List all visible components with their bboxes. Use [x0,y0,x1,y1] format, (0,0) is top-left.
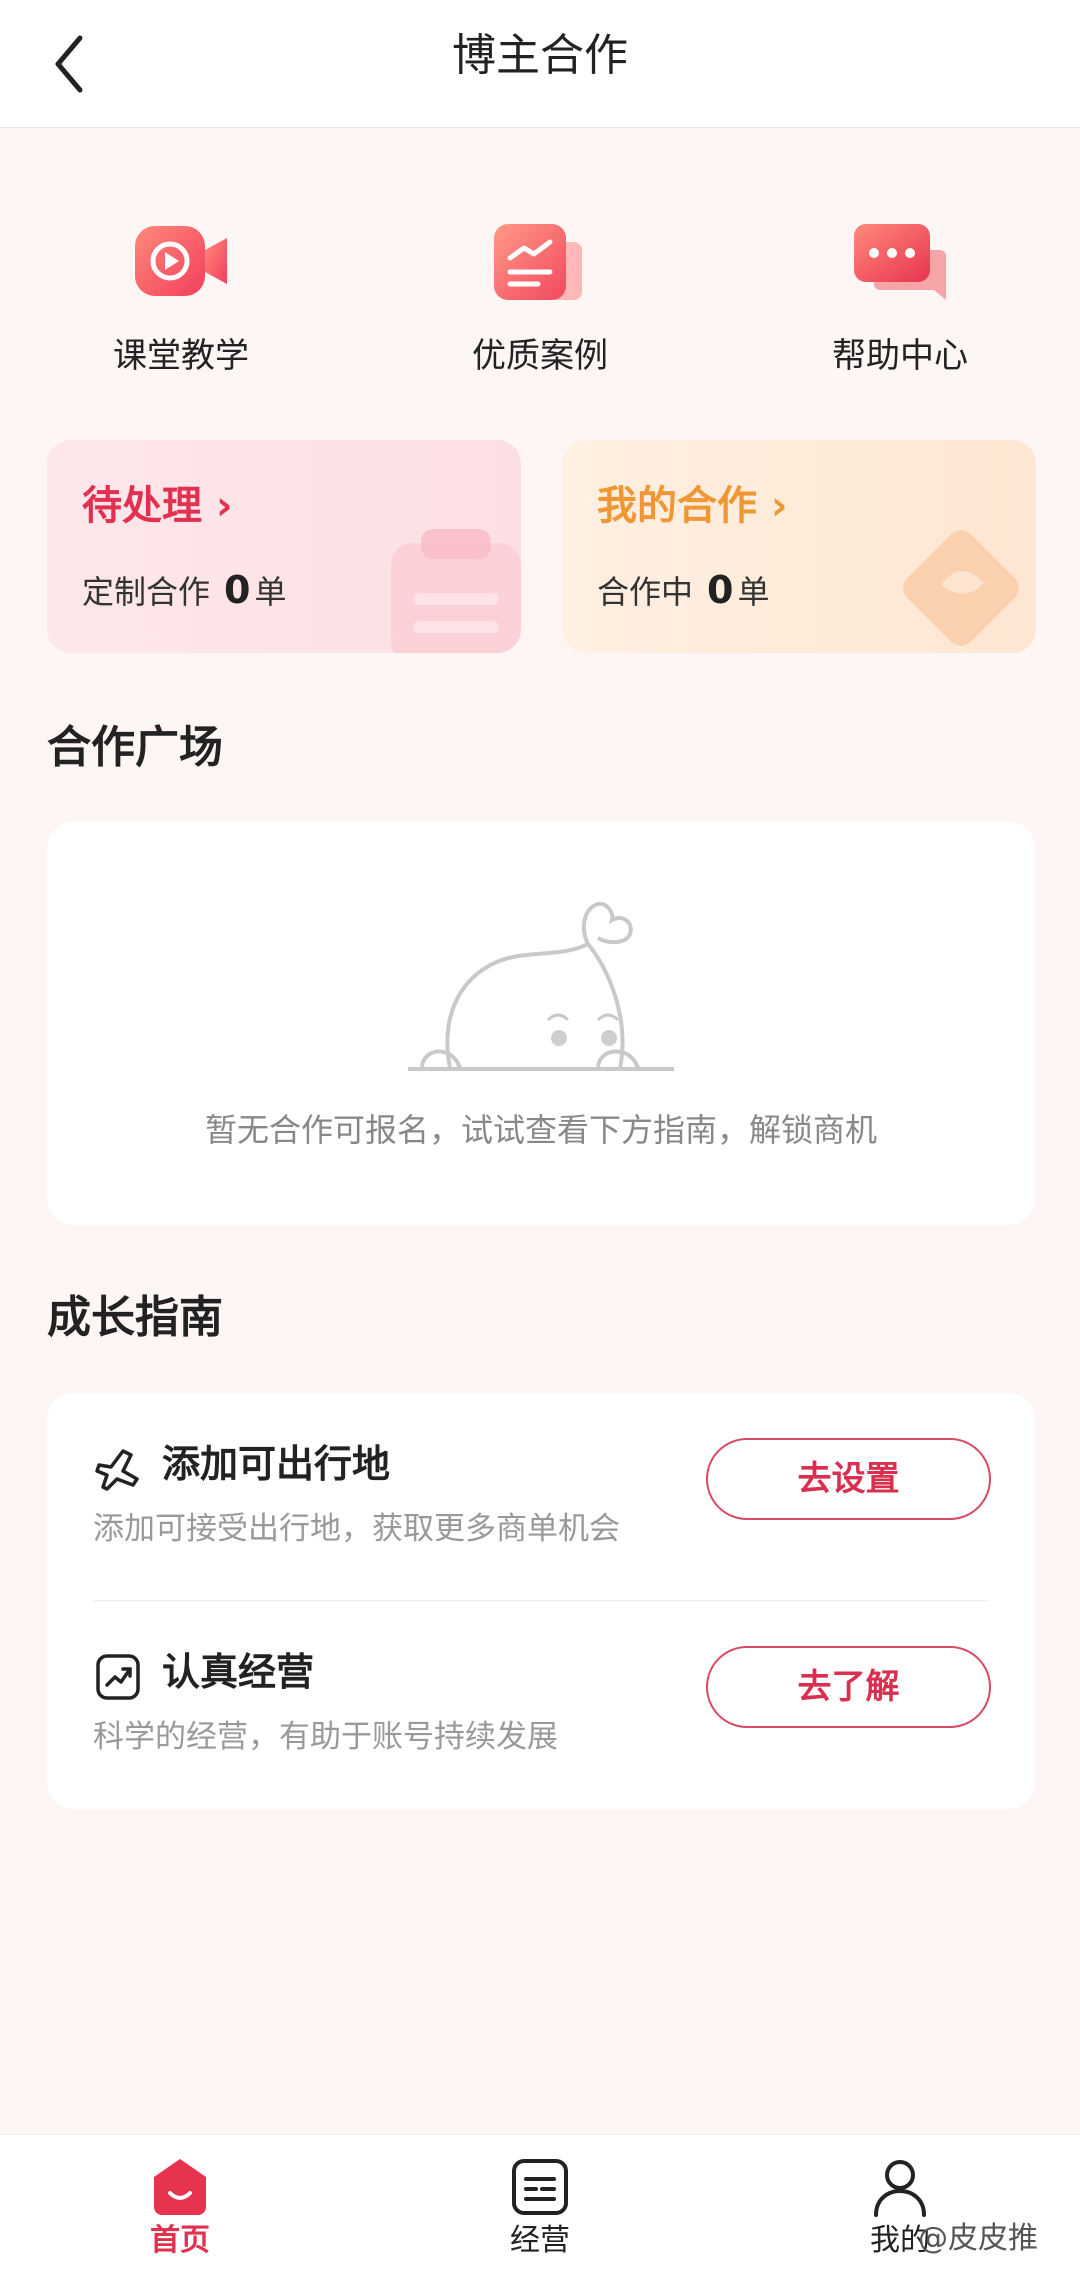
guide-item-title: 认真经营 [162,1650,315,1694]
empty-mascot-illustration [408,901,674,1071]
chat-bubble-icon [854,224,946,300]
plaza-section-title: 合作广场 [47,722,223,773]
growth-guide-list: 添加可出行地 添加可接受出行地，获取更多商单机会 去设置 认真经营 科学的经营，… [47,1393,1035,1809]
shortcut-row: 课堂教学 优质案例 帮助中心 [0,220,1080,390]
pending-count: 0 [224,568,251,612]
top-bar: 博主合作 [0,0,1080,128]
page-title: 博主合作 [452,30,628,81]
chevron-right-icon: › [771,483,788,529]
tab-manage[interactable]: 经营 [440,2135,640,2270]
chevron-right-icon: › [216,483,233,529]
pending-card-summary: 定制合作 0 单 [82,568,287,612]
shortcut-label: 优质案例 [472,336,608,376]
guide-section-title: 成长指南 [47,1292,223,1343]
tab-label: 首页 [150,2223,210,2258]
airplane-icon [95,1449,139,1491]
my-cooperation-card[interactable]: 我的合作 › 合作中 0 单 [562,440,1036,653]
shortcut-label: 课堂教学 [113,336,249,376]
guide-item-travel: 添加可出行地 添加可接受出行地，获取更多商单机会 去设置 [47,1393,1035,1601]
handshake-icon [903,530,1019,646]
video-icon [135,226,227,296]
my-cooperation-summary: 合作中 0 单 [597,568,770,612]
tab-label: 经营 [510,2223,570,2258]
shortcut-help-center[interactable]: 帮助中心 [780,220,1020,390]
shortcut-classroom[interactable]: 课堂教学 [61,220,301,390]
plaza-empty-text: 暂无合作可报名，试试查看下方指南，解锁商机 [204,1111,877,1149]
pending-card-title: 待处理 › [82,483,233,529]
clipboard-icon [391,529,521,653]
learn-more-button[interactable]: 去了解 [706,1646,991,1728]
guide-item-desc: 添加可接受出行地，获取更多商单机会 [93,1511,620,1547]
case-document-icon [494,224,582,300]
trend-chart-icon [96,1654,140,1700]
cooperation-count: 0 [707,568,734,612]
guide-item-title: 添加可出行地 [162,1442,391,1486]
manage-list-icon [512,2159,568,2215]
watermark: @皮皮推 [918,2221,1038,2256]
pending-card[interactable]: 待处理 › 定制合作 0 单 [47,440,521,653]
go-settings-button[interactable]: 去设置 [706,1438,991,1520]
home-icon [154,2159,206,2215]
shortcut-cases[interactable]: 优质案例 [420,220,660,390]
guide-item-operation: 认真经营 科学的经营，有助于账号持续发展 去了解 [47,1601,1035,1809]
my-cooperation-card-title: 我的合作 › [597,483,788,529]
shortcut-label: 帮助中心 [832,336,968,376]
plaza-empty-state: 暂无合作可报名，试试查看下方指南，解锁商机 [47,822,1035,1225]
tab-home[interactable]: 首页 [80,2135,280,2270]
profile-icon [874,2160,926,2217]
guide-item-desc: 科学的经营，有助于账号持续发展 [93,1719,558,1755]
bottom-tab-bar: 首页 经营 我的 @皮皮推 [0,2134,1080,2270]
